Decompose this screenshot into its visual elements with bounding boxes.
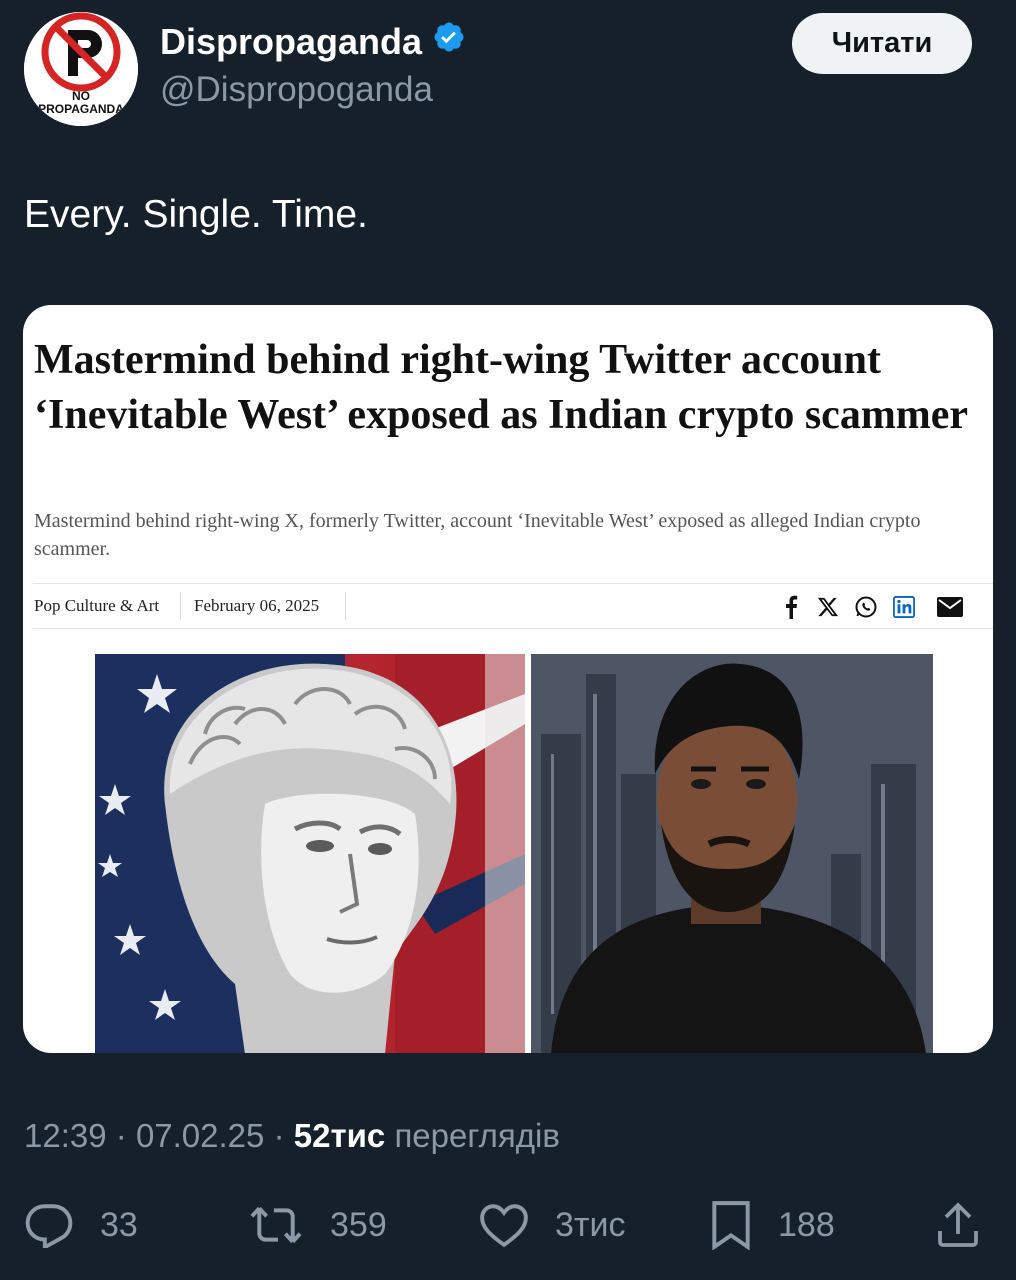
verified-badge-icon (432, 20, 466, 63)
share-button[interactable] (934, 1195, 1008, 1255)
divider (345, 592, 346, 620)
separator-dot: · (115, 1117, 136, 1154)
reply-button[interactable]: 33 (24, 1195, 138, 1255)
like-button[interactable]: 3тис (479, 1195, 625, 1255)
reply-count: 33 (100, 1205, 138, 1244)
article-meta-bar: Pop Culture & Art February 06, 2025 (33, 583, 993, 629)
linkedin-icon (891, 594, 917, 620)
repost-icon (250, 1206, 302, 1244)
like-count: 3тис (555, 1205, 626, 1244)
repost-count: 359 (330, 1205, 387, 1244)
x-icon (815, 594, 841, 620)
tweet-date[interactable]: 07.02.25 (136, 1117, 264, 1154)
article-photo-statue (95, 654, 525, 1053)
tweet-meta-line: 12:39 · 07.02.25 · 52тис переглядів (24, 1117, 560, 1155)
author-avatar[interactable]: NO PROPAGANDA (24, 12, 138, 126)
facebook-icon (781, 594, 801, 620)
author-display-name[interactable]: Dispropaganda (160, 21, 422, 63)
author-name-row[interactable]: Dispropaganda (160, 20, 466, 63)
repost-button[interactable]: 359 (248, 1195, 387, 1255)
article-subheadline: Mastermind behind right-wing X, formerly… (34, 510, 921, 560)
avatar-text-propaganda: PROPAGANDA (38, 102, 124, 116)
article-category: Pop Culture & Art (34, 596, 160, 615)
share-upload-icon (938, 1202, 978, 1247)
bookmark-count: 188 (778, 1205, 835, 1244)
views-count: 52тис (293, 1117, 386, 1154)
tweet-text: Every. Single. Time. (24, 193, 368, 236)
follow-button[interactable]: Читати (792, 13, 972, 74)
bookmark-icon (712, 1201, 750, 1250)
bookmark-button[interactable]: 188 (710, 1195, 835, 1255)
divider (180, 592, 181, 620)
author-handle[interactable]: @Dispropoganda (160, 70, 433, 110)
media-image-card[interactable]: Mastermind behind right-wing Twitter acc… (23, 305, 993, 1053)
mail-icon (935, 594, 965, 620)
separator-dot: · (273, 1117, 294, 1154)
article-headline: Mastermind behind right-wing Twitter acc… (34, 337, 969, 438)
views-label: переглядів (394, 1117, 560, 1154)
whatsapp-icon (853, 594, 879, 620)
tweet-time[interactable]: 12:39 (24, 1117, 107, 1154)
article-photo-man (531, 654, 933, 1053)
article-date: February 06, 2025 (194, 596, 320, 615)
heart-icon (480, 1204, 528, 1248)
reply-icon (25, 1204, 73, 1248)
